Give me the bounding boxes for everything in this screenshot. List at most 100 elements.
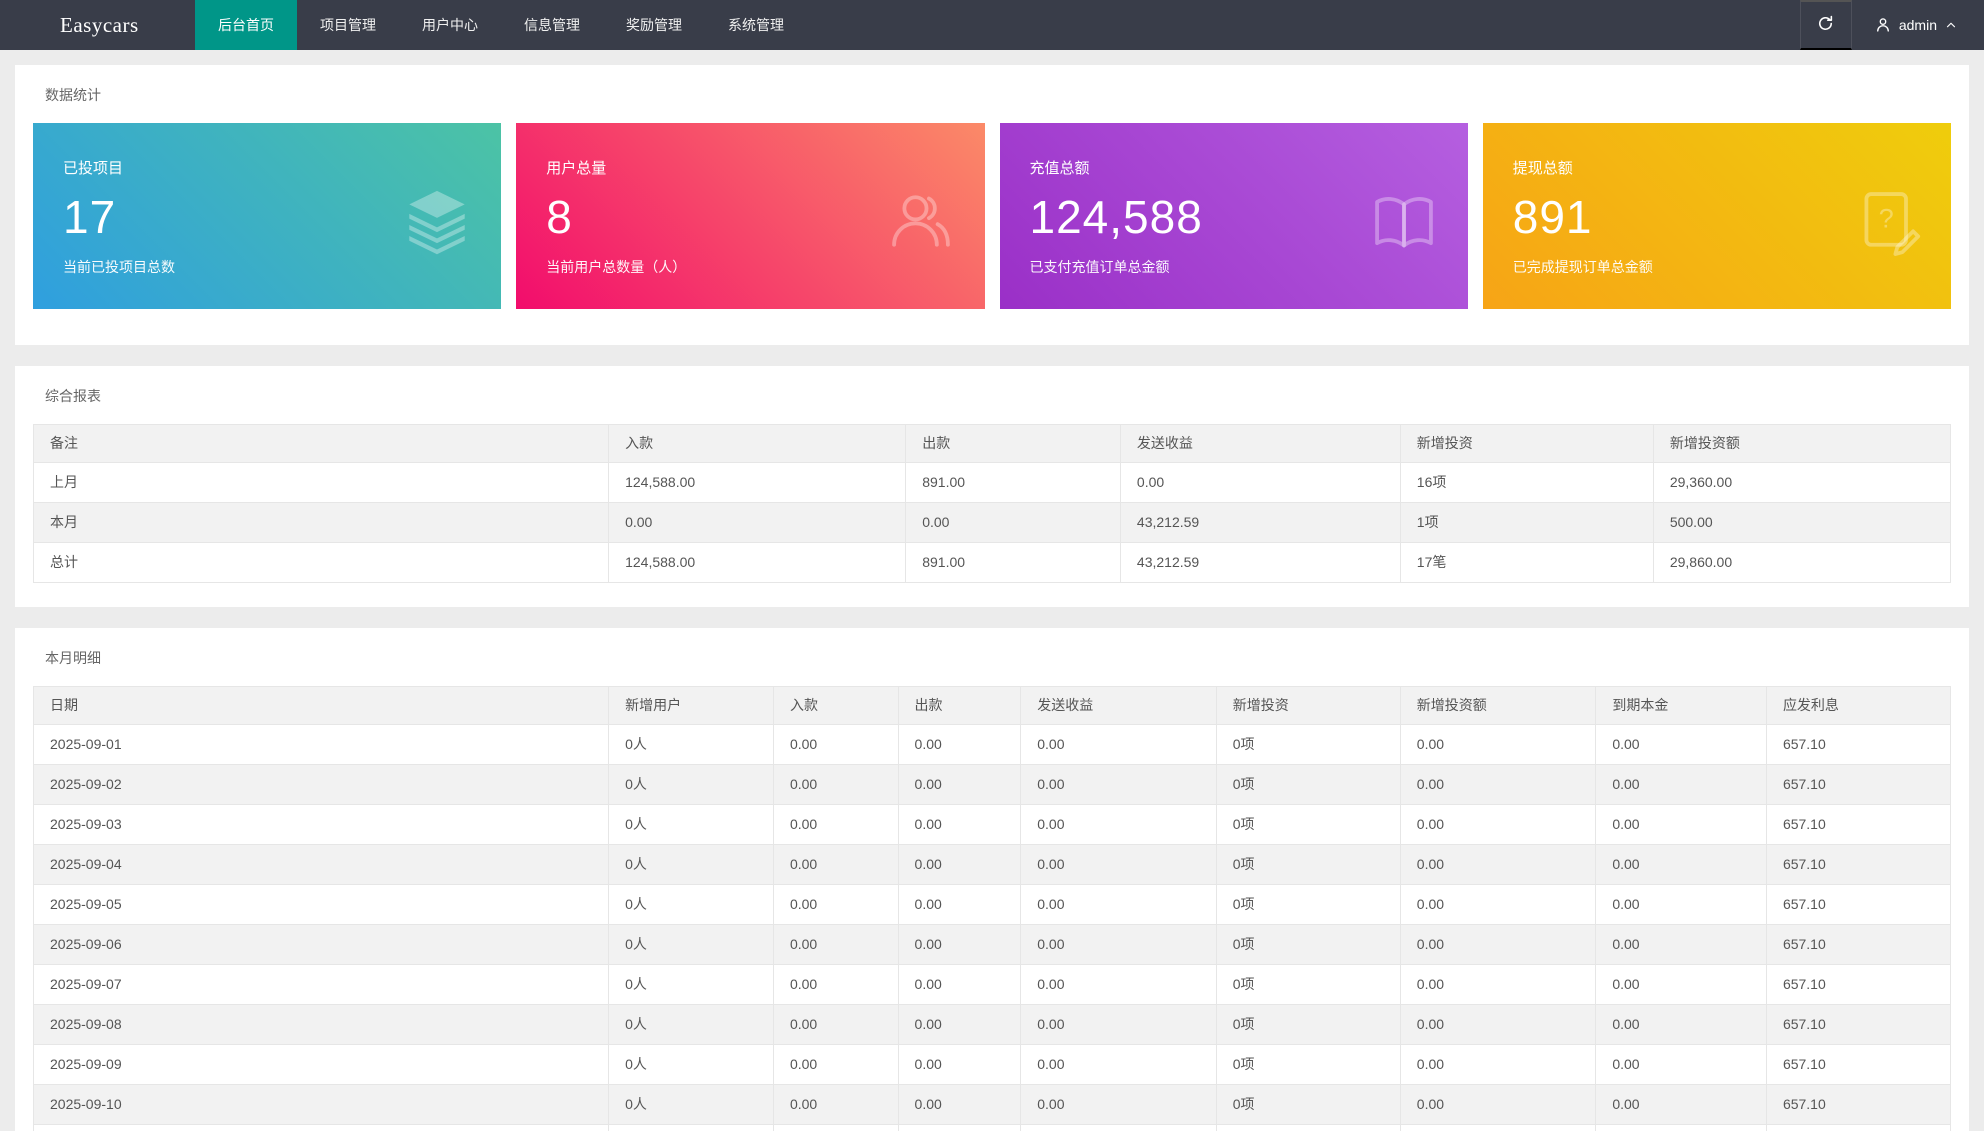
doc-question-icon: ? bbox=[1849, 183, 1925, 259]
detail-cell: 657.10 bbox=[1766, 765, 1950, 805]
detail-cell: 0.00 bbox=[1596, 925, 1767, 965]
users-icon bbox=[883, 183, 959, 259]
detail-cell: 657.10 bbox=[1766, 805, 1950, 845]
report-cell: 0.00 bbox=[609, 503, 906, 543]
detail-column-header: 入款 bbox=[773, 687, 898, 725]
stat-card-desc: 已完成提现订单总金额 bbox=[1513, 257, 1921, 277]
detail-cell: 0.00 bbox=[898, 725, 1021, 765]
detail-cell: 0.00 bbox=[773, 805, 898, 845]
detail-cell: 0.00 bbox=[1021, 965, 1217, 1005]
detail-cell: 657.10 bbox=[1766, 725, 1950, 765]
detail-cell: 0.00 bbox=[1021, 725, 1217, 765]
detail-row: 2025-09-100人0.000.000.000项0.000.00657.10 bbox=[34, 1085, 1951, 1125]
report-cell: 上月 bbox=[34, 463, 609, 503]
detail-section-title: 本月明细 bbox=[33, 648, 1951, 668]
detail-cell: 0项 bbox=[1216, 805, 1400, 845]
refresh-button[interactable] bbox=[1800, 0, 1852, 50]
detail-cell: 2025-09-10 bbox=[34, 1085, 609, 1125]
detail-cell: 0.00 bbox=[1596, 1045, 1767, 1085]
detail-cell: 0.00 bbox=[1400, 925, 1596, 965]
stat-card-4: 提现总额891已完成提现订单总金额? bbox=[1483, 123, 1951, 309]
detail-cell: 2025-09-07 bbox=[34, 965, 609, 1005]
report-cell: 1项 bbox=[1400, 503, 1653, 543]
detail-column-header: 日期 bbox=[34, 687, 609, 725]
nav-item-5[interactable]: 奖励管理 bbox=[603, 0, 705, 50]
nav-item-3[interactable]: 用户中心 bbox=[399, 0, 501, 50]
detail-cell: 657.10 bbox=[1766, 1125, 1950, 1131]
detail-cell: 0.00 bbox=[1596, 805, 1767, 845]
detail-cell: 0人 bbox=[609, 805, 774, 845]
detail-cell: 2025-09-09 bbox=[34, 1045, 609, 1085]
detail-column-header: 发送收益 bbox=[1021, 687, 1217, 725]
report-section-title: 综合报表 bbox=[33, 386, 1951, 406]
detail-column-header: 新增投资额 bbox=[1400, 687, 1596, 725]
stat-card-2: 用户总量8当前用户总数量（人） bbox=[516, 123, 984, 309]
detail-cell: 0人 bbox=[609, 765, 774, 805]
report-column-header: 发送收益 bbox=[1120, 425, 1400, 463]
detail-row: 2025-09-070人0.000.000.000项0.000.00657.10 bbox=[34, 965, 1951, 1005]
detail-cell: 0人 bbox=[609, 1005, 774, 1045]
refresh-icon bbox=[1816, 14, 1835, 36]
detail-cell: 0.00 bbox=[773, 765, 898, 805]
detail-cell: 0.00 bbox=[1596, 1005, 1767, 1045]
nav-item-4[interactable]: 信息管理 bbox=[501, 0, 603, 50]
detail-cell: 0.00 bbox=[898, 805, 1021, 845]
detail-cell: 0.00 bbox=[1596, 1125, 1767, 1131]
detail-row: 2025-09-040人0.000.000.000项0.000.00657.10 bbox=[34, 845, 1951, 885]
user-icon bbox=[1874, 16, 1892, 34]
detail-cell: 0项 bbox=[1216, 885, 1400, 925]
detail-row: 2025-09-060人0.000.000.000项0.000.00657.10 bbox=[34, 925, 1951, 965]
stats-panel: 数据统计 已投项目17当前已投项目总数用户总量8当前用户总数量（人）充值总额12… bbox=[15, 65, 1969, 345]
stat-card-title: 已投项目 bbox=[63, 157, 471, 178]
svg-text:?: ? bbox=[1879, 203, 1894, 233]
nav-item-6[interactable]: 系统管理 bbox=[705, 0, 807, 50]
report-cell: 29,360.00 bbox=[1653, 463, 1950, 503]
detail-cell: 0.00 bbox=[1021, 805, 1217, 845]
detail-cell: 0.00 bbox=[773, 1045, 898, 1085]
report-cell: 124,588.00 bbox=[609, 463, 906, 503]
detail-cell: 0.00 bbox=[1400, 885, 1596, 925]
brand-logo[interactable]: Easycars bbox=[60, 0, 195, 50]
chevron-up-icon bbox=[1944, 18, 1958, 32]
detail-cell: 0.00 bbox=[773, 1005, 898, 1045]
stat-card-3: 充值总额124,588已支付充值订单总金额 bbox=[1000, 123, 1468, 309]
nav-item-2[interactable]: 项目管理 bbox=[297, 0, 399, 50]
detail-cell: 0.00 bbox=[1596, 965, 1767, 1005]
report-row: 总计124,588.00891.0043,212.5917笔29,860.00 bbox=[34, 543, 1951, 583]
report-cell: 本月 bbox=[34, 503, 609, 543]
user-name: admin bbox=[1899, 17, 1937, 33]
detail-cell: 0.00 bbox=[1021, 885, 1217, 925]
detail-cell: 0项 bbox=[1216, 765, 1400, 805]
detail-cell: 0.00 bbox=[1021, 925, 1217, 965]
report-column-header: 新增投资 bbox=[1400, 425, 1653, 463]
nav-item-1[interactable]: 后台首页 bbox=[195, 0, 297, 50]
detail-cell: 2025-09-02 bbox=[34, 765, 609, 805]
detail-cell: 0.00 bbox=[773, 885, 898, 925]
detail-cell: 0项 bbox=[1216, 1085, 1400, 1125]
detail-cell: 0.00 bbox=[773, 725, 898, 765]
detail-cell: 0人 bbox=[609, 1045, 774, 1085]
report-cell: 16项 bbox=[1400, 463, 1653, 503]
detail-cell: 657.10 bbox=[1766, 925, 1950, 965]
detail-cell: 0.00 bbox=[898, 765, 1021, 805]
detail-cell: 0项 bbox=[1216, 845, 1400, 885]
report-cell: 0.00 bbox=[906, 503, 1121, 543]
report-table: 备注入款出款发送收益新增投资新增投资额上月124,588.00891.000.0… bbox=[33, 424, 1951, 583]
report-cell: 891.00 bbox=[906, 543, 1121, 583]
detail-cell: 0.00 bbox=[898, 1005, 1021, 1045]
nav-right: admin bbox=[1800, 0, 1984, 50]
stat-card-title: 提现总额 bbox=[1513, 157, 1921, 178]
detail-cell: 0.00 bbox=[773, 925, 898, 965]
detail-cell: 2025-09-05 bbox=[34, 885, 609, 925]
detail-cell: 0.00 bbox=[1400, 965, 1596, 1005]
report-cell: 124,588.00 bbox=[609, 543, 906, 583]
detail-cell: 2025-09-03 bbox=[34, 805, 609, 845]
detail-cell: 657.10 bbox=[1766, 845, 1950, 885]
user-menu[interactable]: admin bbox=[1852, 0, 1984, 50]
detail-cell: 0.00 bbox=[1400, 805, 1596, 845]
stat-card-title: 充值总额 bbox=[1030, 157, 1438, 178]
top-nav: Easycars 后台首页项目管理用户中心信息管理奖励管理系统管理 admin bbox=[0, 0, 1984, 50]
report-row: 本月0.000.0043,212.591项500.00 bbox=[34, 503, 1951, 543]
stat-card-1: 已投项目17当前已投项目总数 bbox=[33, 123, 501, 309]
detail-cell: 657.10 bbox=[1766, 1085, 1950, 1125]
